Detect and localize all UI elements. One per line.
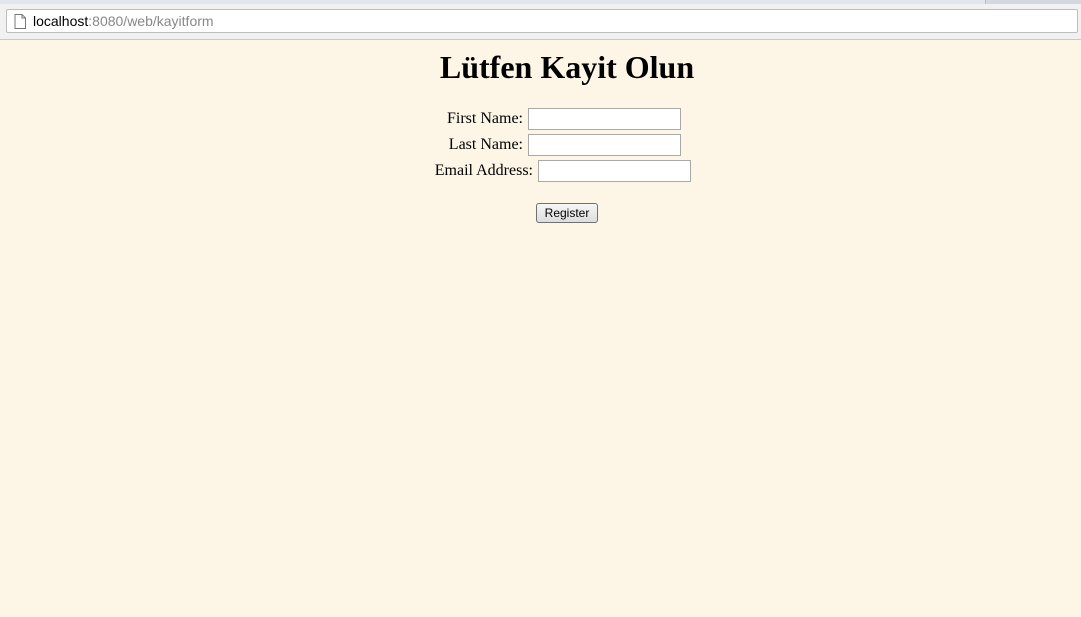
url-path: :8080/web/kayitform [88, 13, 214, 29]
email-input[interactable] [538, 160, 691, 182]
page-icon [14, 14, 26, 29]
address-url[interactable]: localhost:8080/web/kayitform [33, 13, 214, 29]
last-name-input[interactable] [528, 134, 681, 156]
email-label: Email Address: [434, 162, 533, 179]
address-bar[interactable]: localhost:8080/web/kayitform [6, 9, 1078, 33]
email-row: Email Address: [0, 160, 1081, 183]
first-name-row: First Name: [0, 108, 1081, 131]
last-name-label: Last Name: [448, 136, 523, 153]
last-name-row: Last Name: [0, 134, 1081, 157]
url-host: localhost [33, 13, 89, 29]
first-name-label: First Name: [447, 110, 523, 127]
page-title: Lütfen Kayit Olun [439, 49, 695, 85]
browser-toolbar: localhost:8080/web/kayitform [0, 4, 1081, 40]
first-name-input[interactable] [528, 108, 681, 130]
page-content: Lütfen Kayit Olun First Name: Last Name:… [0, 40, 1081, 617]
register-button[interactable]: Register [536, 203, 598, 223]
